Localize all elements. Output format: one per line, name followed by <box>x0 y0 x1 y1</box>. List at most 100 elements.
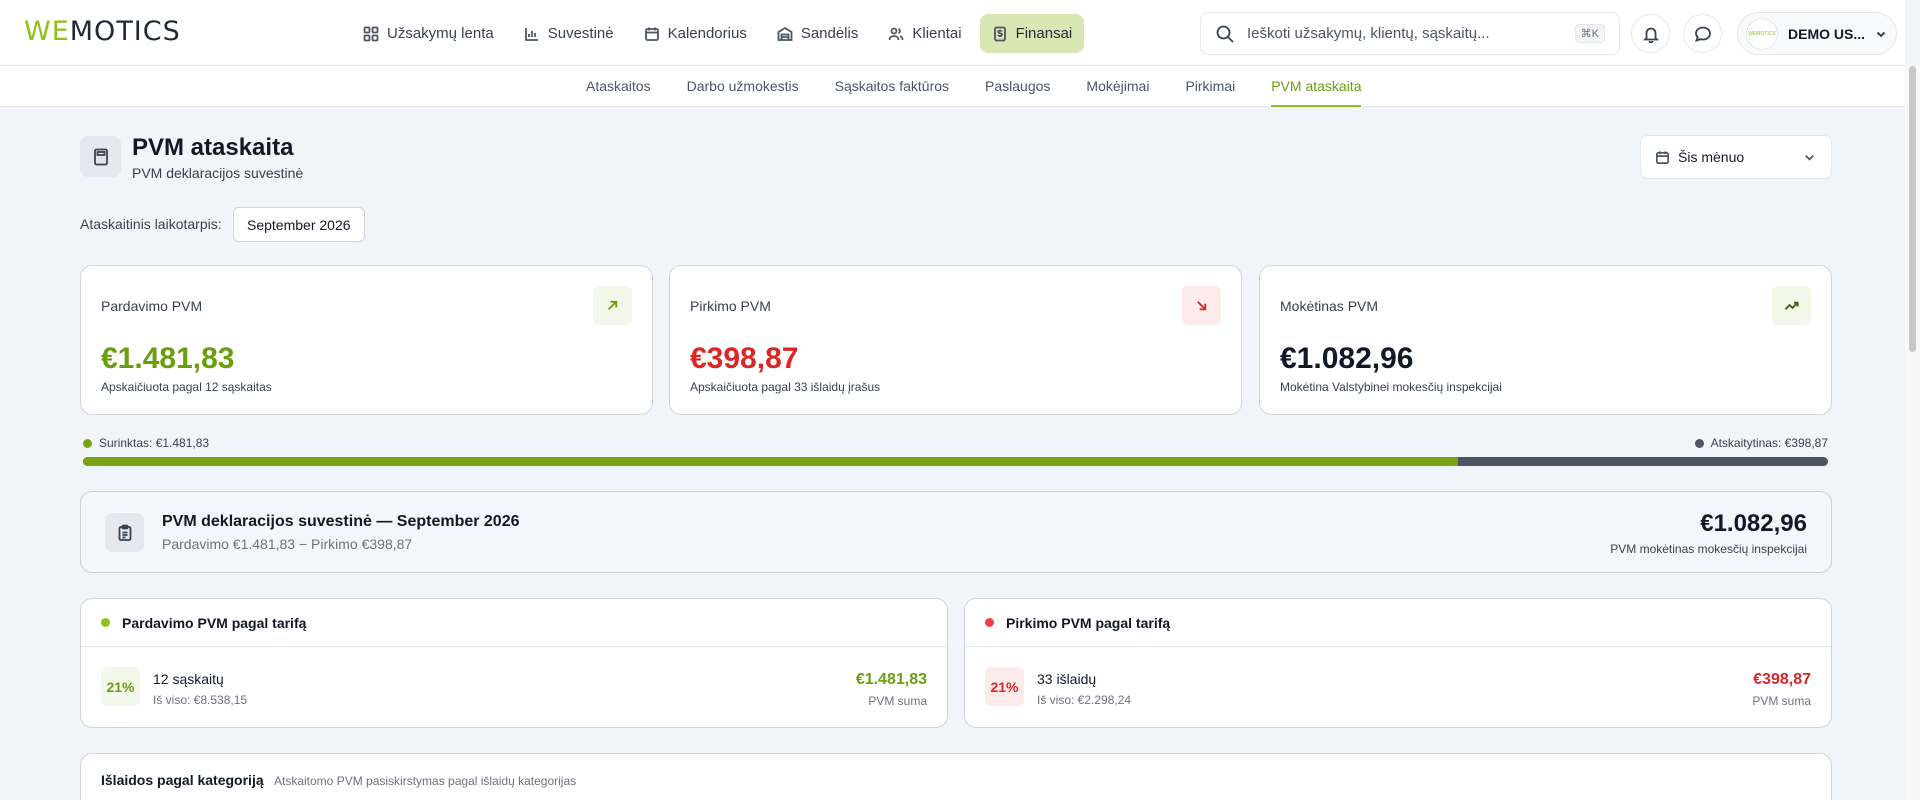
vat-declaration-summary: PVM deklaracijos suvestinė — September 2… <box>80 491 1832 573</box>
finance-subnav: Ataskaitos Darbo užmokestis Sąskaitos fa… <box>0 66 1905 107</box>
period-dropdown[interactable]: Šis mėnuo <box>1640 135 1832 179</box>
rate-amount-label: PVM suma <box>868 694 927 708</box>
calculator-icon-box <box>80 136 121 177</box>
keyboard-shortcut-hint: ⌘K <box>1574 24 1605 43</box>
clipboard-icon-box <box>105 513 144 552</box>
trending-up-icon <box>1772 286 1811 325</box>
nav-item-summary[interactable]: Suvestinė <box>512 14 626 53</box>
arrow-down-right-icon <box>1182 286 1221 325</box>
rate-card-header: Pirkimo PVM pagal tarifą <box>965 599 1831 647</box>
chat-icon <box>1694 25 1712 43</box>
bell-icon <box>1642 25 1660 43</box>
search-box[interactable]: ⌘K <box>1200 12 1620 55</box>
purchase-vat-card: Pirkimo PVM €398,87 Apskaičiuota pagal 3… <box>669 265 1242 415</box>
clipboard-icon <box>116 524 134 542</box>
collected-legend: Surinktas: €1.481,83 <box>83 436 209 450</box>
dashboard-icon <box>363 26 379 42</box>
user-name: DEMO US... <box>1788 25 1864 42</box>
summary-amount: €1.082,96 <box>1700 510 1807 537</box>
page-subtitle: PVM deklaracijos suvestinė <box>132 165 304 181</box>
deductible-legend: Atskaitytinas: €398,87 <box>1694 436 1828 450</box>
card-note: Mokėtina Valstybinei mokesčių inspekcija… <box>1280 380 1502 394</box>
rate-card-title: Pirkimo PVM pagal tarifą <box>1006 614 1171 631</box>
nav-item-label: Suvestinė <box>547 25 614 42</box>
tab-payroll[interactable]: Darbo užmokestis <box>687 66 799 107</box>
chevron-down-icon <box>1802 150 1817 165</box>
status-dot <box>101 618 110 627</box>
sales-vat-by-rate: Pardavimo PVM pagal tarifą 21% 12 sąskai… <box>80 598 948 728</box>
card-label: Pardavimo PVM <box>101 298 203 314</box>
page-title: PVM ataskaita <box>132 134 294 161</box>
logo-accent-text: WE <box>24 16 70 47</box>
card-label: Pirkimo PVM <box>690 298 771 314</box>
card-value: €398,87 <box>690 342 799 375</box>
tab-payments[interactable]: Mokėjimai <box>1086 66 1149 107</box>
rate-card-header: Pardavimo PVM pagal tarifą <box>81 599 947 647</box>
avatar-logo-text: WEMOTICS <box>1748 30 1776 37</box>
nav-item-warehouse[interactable]: Sandėlis <box>765 14 871 53</box>
chevron-down-icon <box>1874 27 1888 41</box>
bar-chart-icon <box>524 26 540 42</box>
nav-item-finance[interactable]: Finansai <box>979 14 1085 53</box>
rate-count: 33 išlaidų <box>1037 671 1097 687</box>
card-note: Apskaičiuota pagal 33 išlaidų įrašus <box>690 380 881 394</box>
nav-item-clients[interactable]: Klientai <box>876 14 973 53</box>
rate-badge: 21% <box>101 667 140 706</box>
top-bar: WE MOTICS Užsakymų lenta Suvestinė Kalend… <box>0 0 1905 66</box>
sales-vat-card: Pardavimo PVM €1.481,83 Apskaičiuota pag… <box>80 265 653 415</box>
rate-card-title: Pardavimo PVM pagal tarifą <box>122 614 307 631</box>
nav-item-label: Užsakymų lenta <box>387 25 494 42</box>
finance-icon <box>992 26 1008 42</box>
rate-amount-label: PVM suma <box>1752 694 1811 708</box>
nav-item-label: Kalendorius <box>667 25 747 42</box>
search-input[interactable] <box>1247 25 1563 42</box>
warehouse-icon <box>777 26 793 42</box>
legend-dot <box>83 438 92 448</box>
search-icon <box>1215 24 1235 44</box>
arrow-up-right-icon <box>593 286 632 325</box>
nav-item-label: Finansai <box>1015 25 1073 42</box>
collected-fill <box>83 457 1459 466</box>
users-icon <box>888 26 904 42</box>
avatar: WEMOTICS <box>1746 17 1778 50</box>
legend-dot <box>1694 438 1704 448</box>
rate-total: Iš viso: €8.538,15 <box>153 693 248 707</box>
logo-text: MOTICS <box>69 16 181 47</box>
rate-count: 12 sąskaitų <box>153 671 224 687</box>
tab-services[interactable]: Paslaugos <box>985 66 1050 107</box>
summary-subtitle: Pardavimo €1.481,83 − Pirkimo €398,87 <box>162 536 413 552</box>
messages-button[interactable] <box>1683 14 1722 53</box>
card-label: Mokėtinas PVM <box>1280 298 1379 314</box>
expenses-by-category-card: Išlaidos pagal kategoriją Atskaitomo PVM… <box>80 753 1832 800</box>
page-scrollbar[interactable] <box>1905 66 1920 800</box>
notifications-button[interactable] <box>1631 14 1670 53</box>
tab-purchases[interactable]: Pirkimai <box>1185 66 1235 107</box>
category-card-title: Išlaidos pagal kategoriją <box>101 772 264 788</box>
user-menu[interactable]: WEMOTICS DEMO US... <box>1737 12 1897 55</box>
collected-label: Surinktas: €1.481,83 <box>99 436 210 450</box>
nav-item-orders-board[interactable]: Užsakymų lenta <box>351 14 506 53</box>
tab-vat-report[interactable]: PVM ataskaita <box>1271 66 1362 107</box>
summary-title: PVM deklaracijos suvestinė — September 2… <box>162 513 520 530</box>
reporting-period-label: Ataskaitinis laikotarpis: <box>80 216 222 232</box>
card-note: Apskaičiuota pagal 12 sąskaitas <box>101 380 272 394</box>
period-dropdown-value: Šis mėnuo <box>1678 149 1745 165</box>
main-nav: Užsakymų lenta Suvestinė Kalendorius San… <box>351 14 1085 53</box>
rate-amount: €1.481,83 <box>855 671 927 688</box>
nav-item-calendar[interactable]: Kalendorius <box>632 14 759 53</box>
vat-progress-bar <box>83 457 1828 466</box>
nav-item-label: Sandėlis <box>800 25 859 42</box>
calendar-icon <box>1655 150 1670 165</box>
rate-total: Iš viso: €2.298,24 <box>1037 693 1132 707</box>
card-value: €1.481,83 <box>101 342 235 375</box>
tab-invoices[interactable]: Sąskaitos faktūros <box>835 66 949 107</box>
calculator-icon <box>92 148 110 166</box>
deductible-label: Atskaitytinas: €398,87 <box>1710 436 1828 450</box>
scrollbar-thumb[interactable] <box>1909 66 1916 352</box>
category-card-subtitle: Atskaitomo PVM pasiskirstymas pagal išla… <box>274 774 577 788</box>
logo[interactable]: WE MOTICS <box>24 16 181 47</box>
calendar-icon <box>644 26 660 42</box>
tab-reports[interactable]: Ataskaitos <box>586 66 651 107</box>
payable-vat-card: Mokėtinas PVM €1.082,96 Mokėtina Valstyb… <box>1259 265 1832 415</box>
card-value: €1.082,96 <box>1280 342 1414 375</box>
